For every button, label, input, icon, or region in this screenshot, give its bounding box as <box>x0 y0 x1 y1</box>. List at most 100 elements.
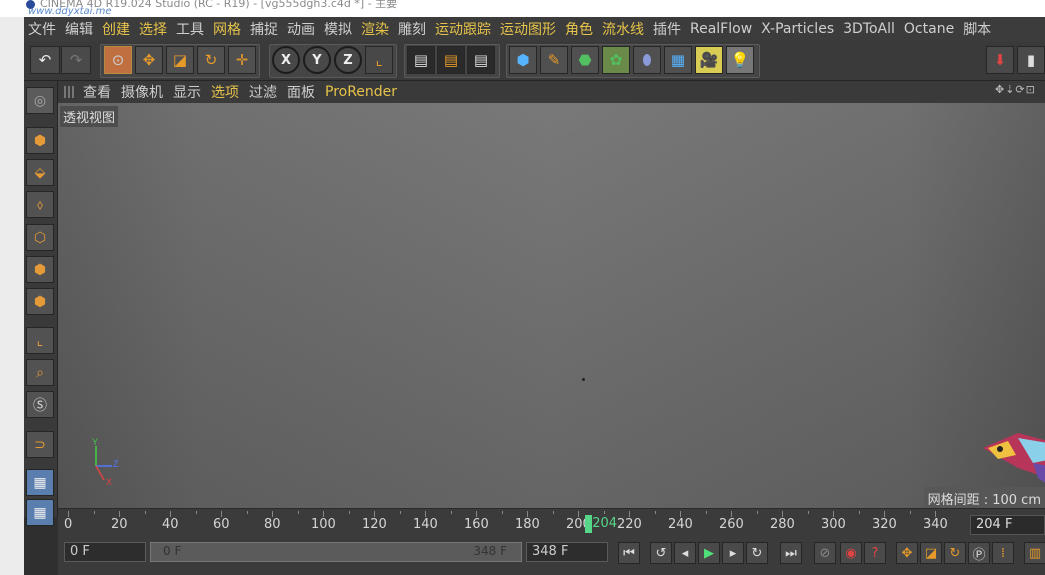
menu-item-9[interactable]: 渲染 <box>357 19 393 39</box>
menu-item-14[interactable]: 流水线 <box>598 19 648 39</box>
menu-item-1[interactable]: 编辑 <box>61 19 97 39</box>
model-mode-icon[interactable]: ◎ <box>26 87 54 114</box>
playhead-marker[interactable] <box>585 515 593 533</box>
prev-key-icon[interactable]: ↺ <box>650 542 672 564</box>
edges-mode-icon[interactable]: ⬢ <box>26 256 54 283</box>
texture-mode-icon[interactable]: ⬢ <box>26 127 54 154</box>
layout-switch-icon[interactable]: ⬇ <box>986 46 1014 74</box>
viewport-menu-item-1[interactable]: 摄像机 <box>116 82 168 102</box>
menu-item-4[interactable]: 工具 <box>172 19 208 39</box>
menu-item-18[interactable]: 3DToAll <box>839 21 899 37</box>
max-time-field[interactable]: 348 F <box>526 542 608 562</box>
scale-key-icon[interactable]: ◪ <box>920 542 942 564</box>
snap-icon[interactable]: ⊃ <box>26 431 54 458</box>
menu-item-2[interactable]: 创建 <box>98 19 134 39</box>
workplane-icon[interactable]: ⬙ <box>26 159 54 186</box>
viewport-menu-item-6[interactable]: ProRender <box>320 84 402 100</box>
param-key-icon[interactable]: Ⓟ <box>968 542 990 564</box>
viewport-menu-item-0[interactable]: 查看 <box>78 82 116 102</box>
coordinate-system-icon[interactable]: ⌞ <box>365 46 393 74</box>
pen-icon[interactable]: ✎ <box>540 46 568 74</box>
workplane-lock-icon[interactable]: ▦ <box>26 469 54 496</box>
scale-icon[interactable]: ◪ <box>166 46 194 74</box>
menu-item-20[interactable]: 脚本 <box>959 19 995 39</box>
deformer-icon[interactable]: ⬮ <box>633 46 661 74</box>
current-frame-field[interactable]: 204 F <box>970 515 1045 535</box>
redo-icon[interactable]: ↷ <box>61 46 91 74</box>
next-frame-icon[interactable]: ▸ <box>722 542 744 564</box>
light-icon[interactable]: 💡 <box>726 46 754 74</box>
fish-model-3[interactable] <box>983 433 1045 488</box>
timeline-minor-tick <box>705 511 707 514</box>
menu-item-16[interactable]: RealFlow <box>686 21 756 37</box>
z-axis-lock-button[interactable]: Z <box>334 46 362 74</box>
menu-item-0[interactable]: 文件 <box>24 19 60 39</box>
timeline-tick-label: 260 <box>719 517 744 532</box>
viewport-nav-icons[interactable]: ✥⇣⟳⊡ <box>995 83 1045 101</box>
rotate-icon[interactable]: ↻ <box>197 46 225 74</box>
quantize-icon[interactable]: ▦ <box>26 499 54 526</box>
menu-item-5[interactable]: 网格 <box>209 19 245 39</box>
autokey-icon[interactable]: ? <box>864 542 886 564</box>
min-time-field[interactable]: 0 F <box>64 542 146 562</box>
axis-mode-icon[interactable]: ⌞ <box>26 327 54 354</box>
menu-item-8[interactable]: 模拟 <box>320 19 356 39</box>
fish-models[interactable] <box>978 273 1045 503</box>
render-settings-icon[interactable]: ▤ <box>467 46 495 74</box>
points-mode-icon[interactable]: ⬨ <box>26 191 54 218</box>
viewport-menu-item-4[interactable]: 过滤 <box>244 82 282 102</box>
menu-item-15[interactable]: 插件 <box>649 19 685 39</box>
menu-item-11[interactable]: 运动跟踪 <box>431 19 495 39</box>
preview-range-slider[interactable]: 0 F 348 F <box>150 542 522 562</box>
next-key-icon[interactable]: ↻ <box>746 542 768 564</box>
viewport-menu-item-2[interactable]: 显示 <box>168 82 206 102</box>
recent-tool-icon[interactable]: ✛ <box>228 46 256 74</box>
menu-item-12[interactable]: 运动图形 <box>496 19 560 39</box>
polygons-mode-icon[interactable]: ⬢ <box>26 288 54 315</box>
menu-item-3[interactable]: 选择 <box>135 19 171 39</box>
animation-controls: 0 F 0 F 348 F 348 F ⏮ ↺ ◂ ▶ ▸ ↻ ⏭ ⊘ ◉ ? … <box>58 538 1045 575</box>
floor-icon[interactable]: ▦ <box>664 46 692 74</box>
viewport-grip-icon[interactable] <box>64 86 74 98</box>
play-icon[interactable]: ▶ <box>698 542 720 564</box>
menu-item-6[interactable]: 捕捉 <box>246 19 282 39</box>
render-view-icon[interactable]: ▤ <box>407 46 435 74</box>
cloner-icon[interactable]: ✿ <box>602 46 630 74</box>
timeline-tick-label: 340 <box>923 517 948 532</box>
perspective-viewport[interactable]: 透视视图 Y Z X 网格间距 : 100 cm <box>58 103 1045 508</box>
timeline-ruler[interactable]: 0 20 40 60 80 100 120 140 160 180 200 220 240 260 280 3… <box>58 508 1045 538</box>
y-axis-lock-button[interactable]: Y <box>303 46 331 74</box>
move-icon[interactable]: ✥ <box>135 46 163 74</box>
render-picture-viewer-icon[interactable]: ▤ <box>437 46 465 74</box>
solo-mode-icon[interactable]: Ⓢ <box>26 391 54 418</box>
menu-item-19[interactable]: Octane <box>900 21 958 37</box>
subdivision-icon[interactable]: ⬣ <box>571 46 599 74</box>
undo-icon[interactable]: ↶ <box>30 46 60 74</box>
record-icon[interactable]: ◉ <box>840 542 862 564</box>
prev-frame-icon[interactable]: ◂ <box>674 542 696 564</box>
points-select-icon[interactable]: ⬡ <box>26 224 54 251</box>
watermark: www.ddyxtai.me <box>28 6 112 17</box>
rotate-key-icon[interactable]: ↻ <box>944 542 966 564</box>
camera-icon[interactable]: 🎥 <box>695 46 723 74</box>
timeline-tick-label: 20 <box>111 517 128 532</box>
record-disabled-icon[interactable]: ⊘ <box>814 542 836 564</box>
title-bar: CINEMA 4D R19.024 Studio (RC - R19) - [v… <box>0 0 1045 17</box>
go-to-start-icon[interactable]: ⏮ <box>618 542 640 564</box>
move-key-icon[interactable]: ✥ <box>896 542 918 564</box>
go-to-end-icon[interactable]: ⏭ <box>780 542 802 564</box>
pla-key-icon[interactable]: ⁞ <box>992 542 1014 564</box>
menu-item-10[interactable]: 雕刻 <box>394 19 430 39</box>
x-axis-lock-button[interactable]: X <box>272 46 300 74</box>
timeline-icon[interactable]: ▥ <box>1024 542 1045 564</box>
cube-icon[interactable]: ⬢ <box>509 46 537 74</box>
timeline-ticks: 0 20 40 60 80 100 120 140 160 180 200 220 240 260 280 3… <box>58 509 970 539</box>
more-icon[interactable]: ▮ <box>1017 46 1045 74</box>
menu-item-13[interactable]: 角色 <box>561 19 597 39</box>
menu-item-17[interactable]: X-Particles <box>757 21 838 37</box>
viewport-menu-item-5[interactable]: 面板 <box>282 82 320 102</box>
menu-item-7[interactable]: 动画 <box>283 19 319 39</box>
viewport-menu-item-3[interactable]: 选项 <box>206 82 244 102</box>
tweak-mode-icon[interactable]: ⌕ <box>26 359 54 386</box>
live-selection-icon[interactable]: ⊙ <box>104 46 132 74</box>
